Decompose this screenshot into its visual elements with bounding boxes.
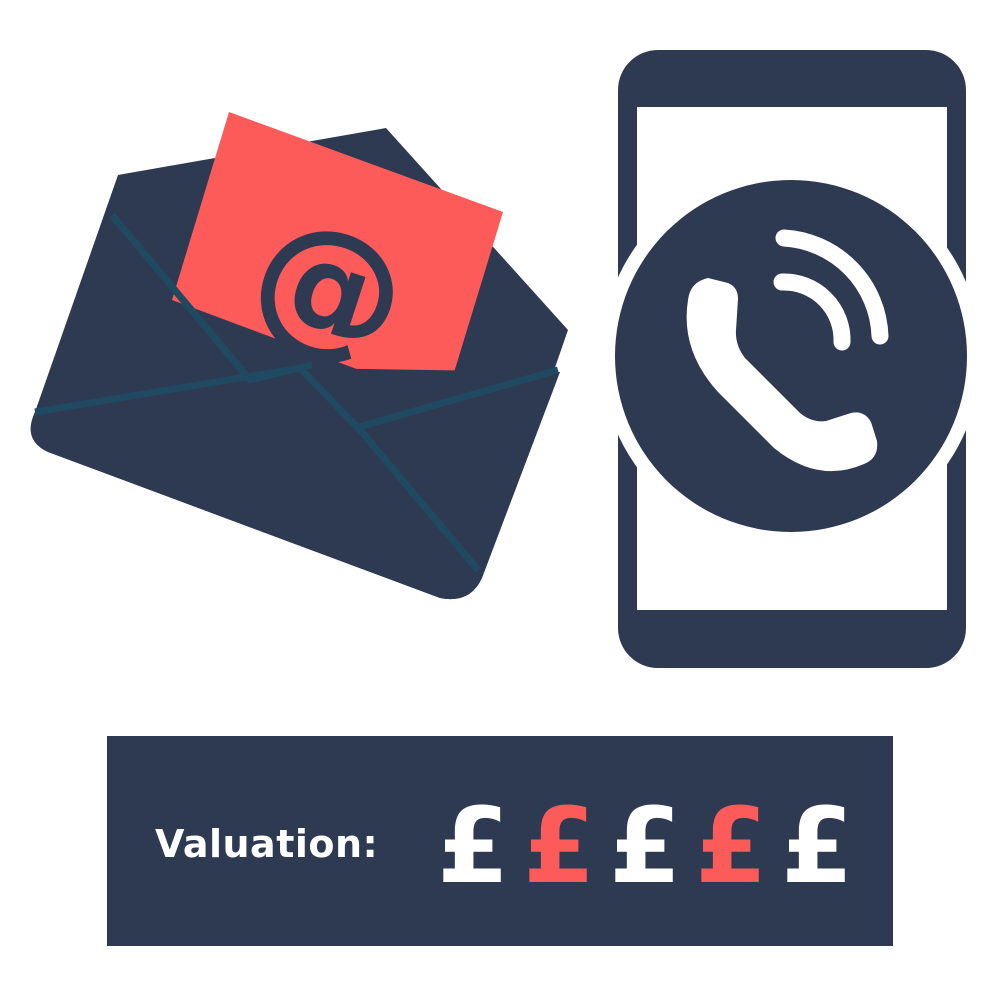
valuation-banner: Valuation: £ £ £ £ £: [107, 736, 893, 946]
pound-icon: £: [781, 785, 854, 907]
pound-icon: £: [437, 785, 510, 907]
pound-icon: £: [523, 785, 596, 907]
pound-icon: £: [609, 785, 682, 907]
valuation-rating: £ £ £ £ £: [437, 785, 854, 907]
valuation-label: Valuation:: [155, 822, 379, 866]
mobile-phone-icon: [601, 50, 981, 668]
pound-icon: £: [695, 785, 768, 907]
email-envelope-icon: @: [30, 112, 568, 600]
